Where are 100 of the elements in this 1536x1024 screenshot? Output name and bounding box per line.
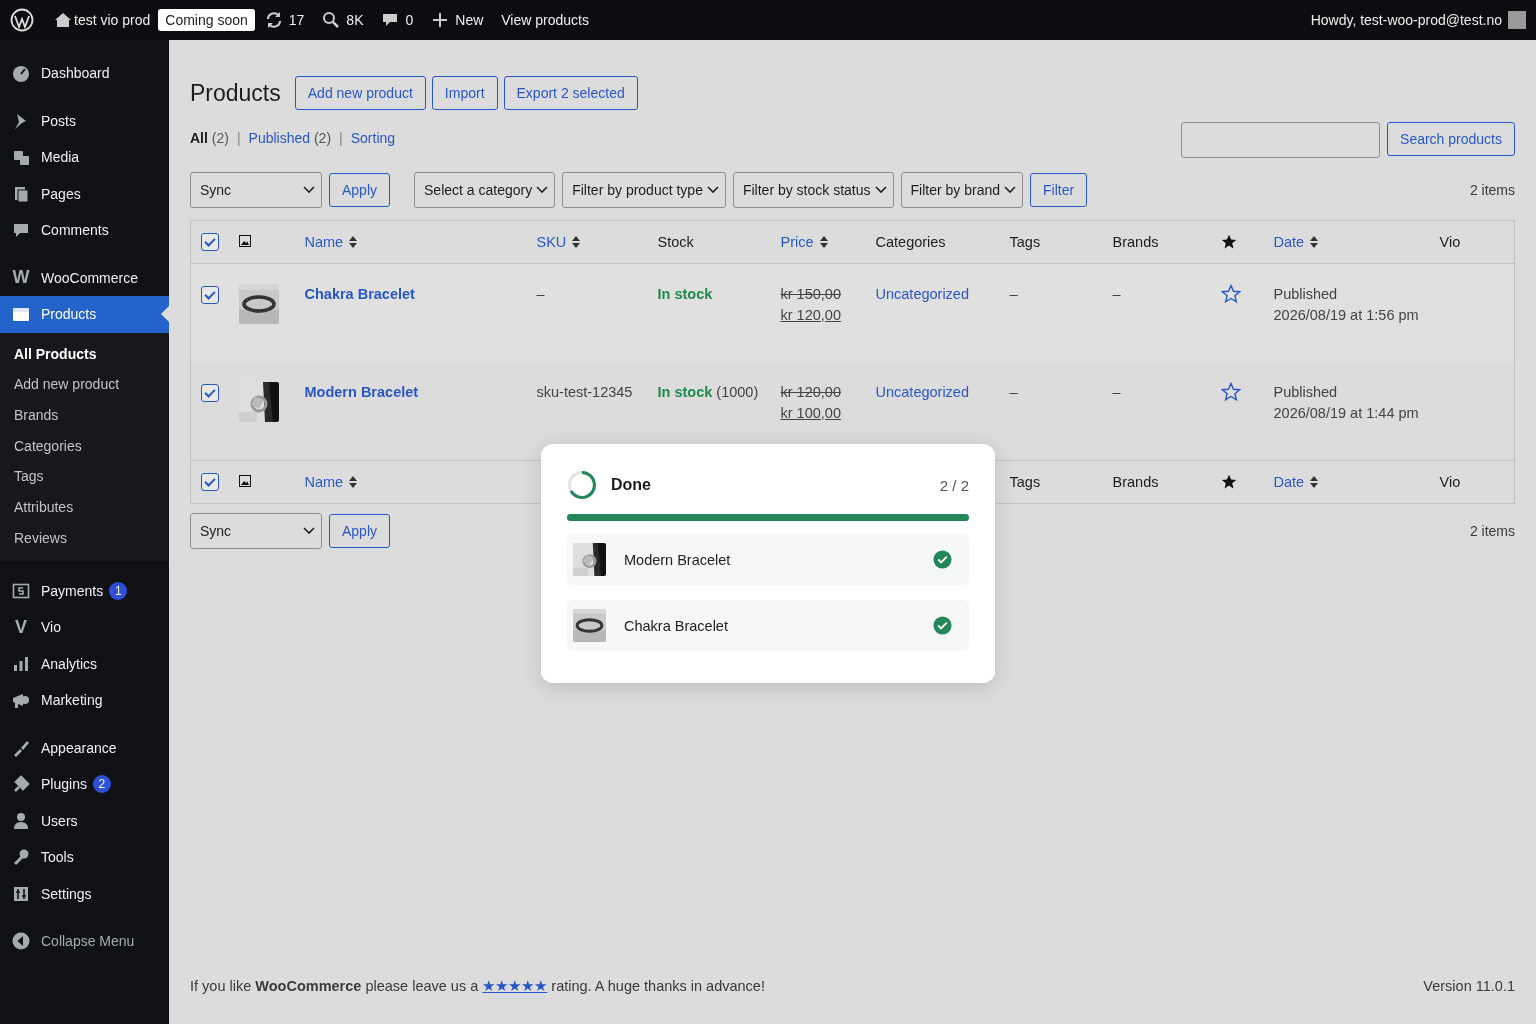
submenu-item[interactable]: Add new product <box>0 369 169 400</box>
star-icon <box>1220 234 1237 250</box>
sidebar-item[interactable]: Tools <box>0 838 169 876</box>
logo-icon: W <box>11 267 31 289</box>
caret-icon <box>536 186 549 194</box>
view-link[interactable]: All (2) <box>190 130 229 146</box>
checkbox[interactable] <box>201 233 219 252</box>
sidebar-item[interactable]: Dashboard <box>0 55 169 92</box>
caret-icon <box>874 186 887 194</box>
search-field[interactable] <box>1181 122 1381 158</box>
sidebar-item[interactable]: Products <box>0 296 169 333</box>
view-link[interactable]: Sorting <box>350 130 396 146</box>
search-link[interactable]: 8K <box>322 11 364 29</box>
checkbox[interactable] <box>201 384 219 403</box>
gauge-icon <box>11 63 31 84</box>
sidebar-item[interactable]: Users <box>0 802 169 839</box>
sidebar-item[interactable]: Appearance <box>0 729 169 766</box>
updates-link[interactable]: 17 <box>264 11 305 29</box>
collapse-menu-button[interactable]: Collapse Menu <box>0 922 169 960</box>
view-link[interactable]: Published (2) <box>248 130 332 146</box>
star-icon[interactable] <box>1220 382 1241 402</box>
category-link[interactable]: Uncategorized <box>875 286 969 302</box>
star-icon[interactable] <box>1220 284 1241 304</box>
new-link[interactable]: New <box>431 11 484 29</box>
person-icon <box>11 810 31 831</box>
apply-button[interactable]: Apply <box>329 173 391 207</box>
bulk-action-select[interactable]: Sync <box>190 513 322 549</box>
column-header[interactable]: Name <box>304 474 358 490</box>
plus-icon <box>431 11 450 29</box>
item-count: 2 items <box>1469 182 1515 198</box>
sidebar-item[interactable]: Plugins 2 <box>0 765 169 803</box>
sale-price: kr 120,00 <box>780 306 841 325</box>
sidebar-item[interactable]: Comments <box>0 212 169 249</box>
product-name: Chakra Bracelet <box>624 617 728 634</box>
column-header: Brands <box>1112 234 1159 250</box>
category-link[interactable]: Uncategorized <box>875 384 969 400</box>
submenu-item[interactable]: Categories <box>0 430 169 462</box>
page-title: Products <box>190 79 281 107</box>
account-link[interactable]: Howdy, test-woo-prod@test.no <box>1310 12 1502 28</box>
column-header: Stock <box>657 234 694 250</box>
publish-date: Published 2026/08/19 at 1:44 pm <box>1273 383 1420 423</box>
sort-icon <box>1310 476 1319 488</box>
sidebar-item[interactable]: Payments 1 <box>0 572 169 609</box>
column-header[interactable]: SKU <box>536 234 581 250</box>
logo-icon[interactable] <box>10 8 34 32</box>
search-button[interactable]: Search products <box>1387 122 1515 156</box>
action-button[interactable]: Export 2 selected <box>503 76 638 110</box>
column-header[interactable]: Date <box>1273 234 1319 250</box>
comments-link[interactable]: 0 <box>381 11 414 29</box>
column-header[interactable]: Price <box>780 234 828 250</box>
filter-button[interactable]: Filter <box>1030 173 1088 207</box>
bulk-action-select[interactable]: Sync <box>190 172 322 208</box>
sidebar-item[interactable]: W WooCommerce <box>0 259 169 296</box>
search-icon <box>322 11 341 29</box>
rating-link[interactable]: ★★★★★ <box>482 978 548 994</box>
sidebar-item[interactable]: Posts <box>0 102 169 139</box>
product-link[interactable]: Chakra Bracelet <box>304 286 415 302</box>
submenu-item[interactable]: Attributes <box>0 492 169 523</box>
caret-icon <box>1004 186 1016 194</box>
action-button[interactable]: Import <box>431 76 498 110</box>
column-header: Categories <box>875 234 946 250</box>
column-header[interactable]: Name <box>304 234 358 250</box>
table-cell: sku-test-12345 <box>536 384 633 400</box>
sidebar-item[interactable]: Pages <box>0 175 169 212</box>
filter-select[interactable]: Filter by brand <box>900 172 1023 208</box>
column-header[interactable]: Date <box>1273 474 1319 490</box>
star-icon <box>1220 474 1237 490</box>
sort-icon <box>819 236 828 248</box>
product-link[interactable]: Modern Bracelet <box>304 384 419 400</box>
status-badge: Coming soon <box>158 9 255 31</box>
sidebar-item[interactable]: V Vio <box>0 608 169 646</box>
speech-bubble-icon <box>381 11 400 29</box>
submenu-item[interactable]: Brands <box>0 399 169 431</box>
caret-icon <box>706 186 719 194</box>
sidebar-item[interactable]: Marketing <box>0 681 169 719</box>
checkbox[interactable] <box>201 286 219 305</box>
action-button[interactable]: Add new product <box>294 76 426 110</box>
checkbox[interactable] <box>201 473 219 492</box>
progress-count: 2 / 2 <box>939 476 969 494</box>
column-header: Brands <box>1112 474 1159 490</box>
sidebar-item[interactable]: Settings <box>0 875 169 912</box>
table-cell: – <box>1112 384 1121 400</box>
filter-select[interactable]: Filter by stock status <box>732 172 894 208</box>
apply-button[interactable]: Apply <box>329 514 391 548</box>
wrench-icon <box>11 847 31 868</box>
sidebar-item[interactable]: Media <box>0 139 169 176</box>
footer-text: If you like WooCommerce please leave us a ★★★★★ rating. A huge thanks in advance! <box>190 978 765 994</box>
submenu-item[interactable]: All Products <box>0 338 169 370</box>
filter-select[interactable]: Select a category <box>414 172 556 208</box>
table-cell: – <box>1112 286 1121 302</box>
view-products-link[interactable]: View products <box>501 12 589 28</box>
site-link[interactable]: test vio prod <box>54 11 151 29</box>
sale-price: kr 100,00 <box>780 404 841 423</box>
column-header: Tags <box>1009 234 1041 250</box>
submenu-item[interactable]: Tags <box>0 461 169 492</box>
filter-select[interactable]: Filter by product type <box>562 172 726 208</box>
sidebar-item[interactable]: Analytics <box>0 645 169 682</box>
submenu-item[interactable]: Reviews <box>0 522 169 554</box>
version-text: Version 11.0.1 <box>1423 978 1515 994</box>
table-cell: – <box>1009 286 1018 302</box>
